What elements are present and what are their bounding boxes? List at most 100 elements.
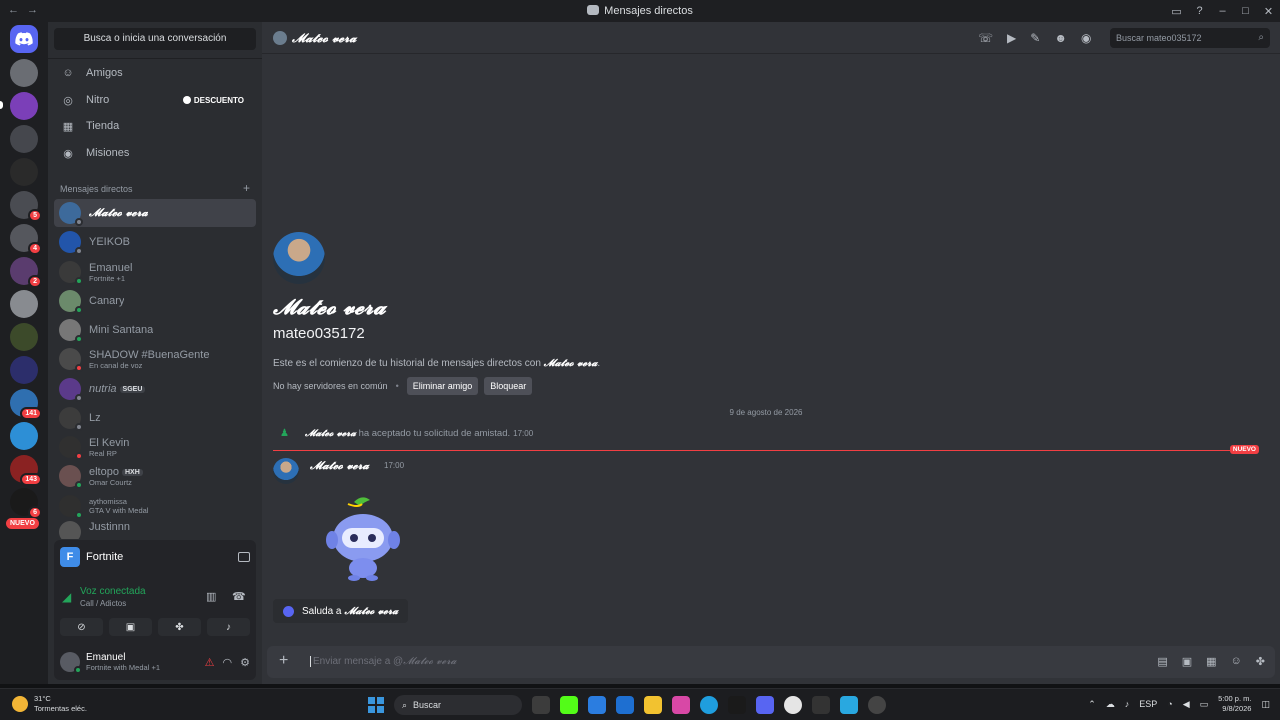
apps-icon[interactable]: ✤ [1256,655,1265,668]
server-icon[interactable] [10,92,38,120]
pin-icon[interactable]: ✎ [1030,31,1040,45]
gif-icon[interactable]: ▣ [1182,655,1192,668]
volume-icon[interactable]: ◀ [1183,699,1190,710]
microphone-icon[interactable]: ♪ [1125,699,1130,709]
message-composer[interactable]: + Enviar mensaje a @𝓜𝓪𝓽𝓮𝓸 𝓿𝓮𝓻𝓪 ▤ ▣ ▦ ☺ ✤ [267,646,1275,678]
kick-icon[interactable] [560,696,578,714]
server-icon[interactable] [10,323,38,351]
headphones-icon[interactable]: ◠ [223,656,233,669]
edge-icon[interactable] [700,696,718,714]
file-explorer-icon[interactable] [644,696,662,714]
dm-item[interactable]: Emanuel Fortnite +1 [54,258,256,286]
dm-item[interactable]: El Kevin Real RP [54,433,256,461]
server-icon[interactable]: 6 [10,488,42,519]
server-icon[interactable] [10,290,38,318]
nav-nitro[interactable]: ◎ Nitro DESCUENTO [54,88,256,112]
capcut-icon[interactable] [728,696,746,714]
notifications-icon[interactable]: ◫ [1261,699,1270,710]
wave-button[interactable]: Saluda a 𝓜𝓪𝓽𝓮𝓸 𝓿𝓮𝓻𝓪 [273,599,409,623]
medal-icon[interactable] [812,696,830,714]
block-button[interactable]: Bloquear [484,377,533,395]
minimize-button[interactable]: – [1211,0,1234,22]
dm-item[interactable]: aythomissa GTA V with Medal [54,492,256,520]
dm-item[interactable]: eltopo HXH Omar Courtz [54,462,256,490]
dm-item[interactable]: YEIKOB [54,228,256,256]
dm-item[interactable]: SHADOW #BuenaGente En canal de voz [54,345,256,373]
server-icon[interactable]: 5 [10,191,42,222]
disconnect-icon[interactable]: ☎ [232,590,246,603]
server-icon[interactable] [10,422,38,450]
message-input[interactable]: Enviar mensaje a @𝓜𝓪𝓽𝓮𝓸 𝓿𝓮𝓻𝓪 [310,656,457,667]
obs-icon[interactable] [784,696,802,714]
clock[interactable]: 5:00 p. m. 9/8/2026 [1218,694,1251,714]
dm-item[interactable]: Mini Santana [54,316,256,344]
language-indicator[interactable]: ESP [1139,699,1157,709]
camera-off-button[interactable]: ⊘ [60,618,103,636]
soundboard-button[interactable]: ♪ [207,618,250,636]
attach-plus-icon[interactable]: + [279,652,288,670]
server-icon[interactable] [10,356,38,384]
user-row[interactable]: Emanuel Fortnite with Medal +1 ⚠ ◠ ⚙ [60,648,250,676]
maximize-button[interactable]: □ [1234,0,1257,22]
settings-gear-icon[interactable]: ⚙ [240,656,250,669]
avatar[interactable] [273,458,299,484]
dm-item[interactable]: 𝓜𝓪𝓽𝓮𝓸 𝓿𝓮𝓻𝓪 [54,199,256,227]
server-icon[interactable]: 141 [10,389,42,420]
server-icon[interactable] [10,158,38,186]
battery-icon[interactable]: ▭ [1200,699,1209,710]
nav-quests[interactable]: ◉ Misiones [54,141,256,165]
emoji-icon[interactable]: ☺ [1231,655,1242,668]
dm-item[interactable]: Justinnn [54,521,256,539]
mic-muted-icon[interactable]: ⚠ [205,656,215,669]
screen-share-icon[interactable] [238,552,250,562]
conversation-search-button[interactable]: Busca o inicia una conversación [54,28,256,50]
server-icon[interactable]: 143 [10,455,42,486]
server-icon[interactable] [10,125,38,153]
nav-shop[interactable]: ▦ Tienda [54,114,256,138]
inbox-icon[interactable]: ▭ [1165,0,1188,22]
close-button[interactable]: ✕ [1257,0,1280,22]
user-profile-icon[interactable]: ◉ [1081,31,1091,45]
dm-item[interactable]: nutria SGEU [54,375,256,403]
discord-taskbar-icon[interactable] [756,696,774,714]
copilot-icon[interactable] [672,696,690,714]
dm-item[interactable]: Canary [54,287,256,315]
dm-item[interactable]: Lz [54,404,256,432]
weather-widget[interactable]: 31°C Tormentas eléc. [12,694,87,714]
voice-call-icon[interactable]: ☏ [978,31,993,45]
chat-search-input[interactable]: Buscar mateo035172 ⌕ [1110,28,1270,48]
steam-icon[interactable] [868,696,886,714]
windows-start-icon[interactable] [368,697,384,713]
add-dm-button[interactable]: + [243,182,250,194]
avatar[interactable] [273,31,287,45]
wumpus-sticker[interactable] [320,492,406,582]
sticker-icon[interactable]: ▦ [1206,655,1216,668]
new-badge[interactable]: NUEVO [6,518,39,529]
activities-button[interactable]: ✤ [158,618,201,636]
server-icon[interactable]: 2 [10,257,42,288]
server-icon[interactable] [10,59,38,87]
activity-row[interactable]: F Fortnite [60,546,250,568]
store-icon[interactable] [616,696,634,714]
outlook-icon[interactable] [588,696,606,714]
nav-friends[interactable]: ☺ Amigos [54,61,256,85]
chevron-up-icon[interactable]: ⌃ [1088,699,1096,710]
avatar [59,231,83,255]
noise-suppression-icon[interactable]: ▥ [206,590,216,603]
remove-friend-button[interactable]: Eliminar amigo [406,377,479,395]
home-button[interactable] [10,25,38,53]
gift-icon[interactable]: ▤ [1157,655,1167,668]
wifi-icon[interactable]: ◔ [1167,699,1172,709]
add-friends-icon[interactable]: ☻ [1054,31,1067,45]
task-view-icon[interactable] [532,696,550,714]
signal-icon[interactable]: ◢ [62,590,71,604]
server-icon[interactable]: 4 [10,224,42,255]
fortnite-taskbar-icon[interactable] [840,696,858,714]
help-icon[interactable]: ? [1188,0,1211,22]
video-call-icon[interactable]: ▶ [1007,31,1016,45]
screen-share-button[interactable]: ▣ [109,618,152,636]
onedrive-icon[interactable]: ☁ [1106,699,1115,710]
message-author[interactable]: 𝓜𝓪𝓽𝓮𝓸 𝓿𝓮𝓻𝓪 [310,459,369,473]
profile-avatar[interactable] [273,232,325,284]
taskbar-search[interactable]: ⌕ Buscar [394,695,522,715]
